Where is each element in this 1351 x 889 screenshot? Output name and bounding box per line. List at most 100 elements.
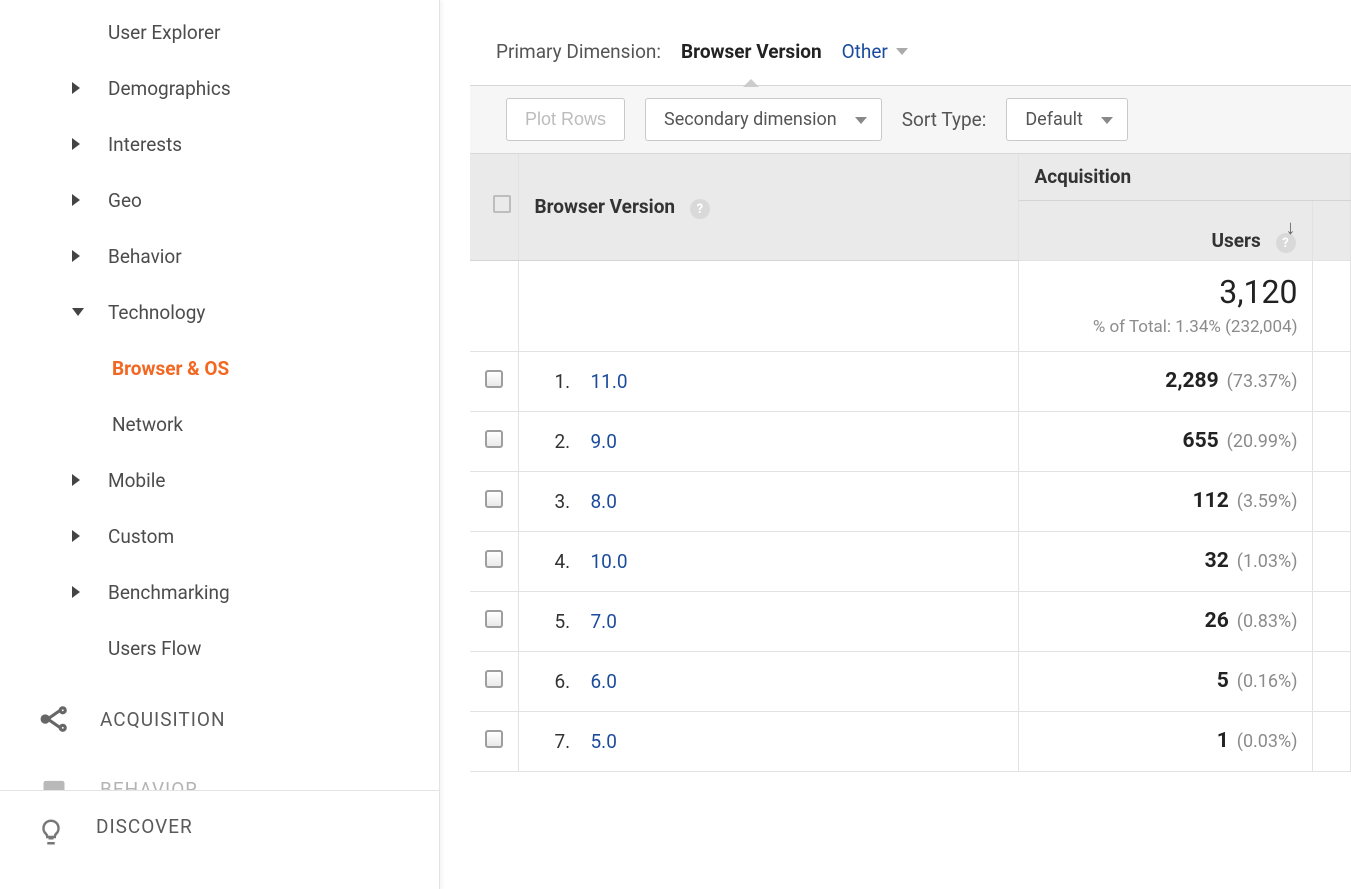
row-index: 2.: [555, 430, 591, 453]
row-users-value: 2,289: [1165, 369, 1218, 393]
caret-right-icon: [72, 530, 80, 542]
sidebar-item-custom[interactable]: Custom: [0, 508, 439, 564]
row-dimension-link[interactable]: 11.0: [591, 370, 628, 393]
row-users-pct: (0.83%): [1237, 611, 1298, 632]
sidebar-item-label: Users Flow: [108, 637, 201, 660]
sort-type-dropdown[interactable]: Default: [1006, 98, 1128, 141]
row-dimension-link[interactable]: 5.0: [591, 730, 617, 753]
row-dimension-link[interactable]: 6.0: [591, 670, 617, 693]
row-users-pct: (20.99%): [1227, 431, 1298, 452]
sidebar-item-label: Interests: [108, 133, 182, 156]
chevron-down-icon: [855, 117, 867, 124]
table-row: 4.10.0 32 (1.03%): [470, 531, 1351, 591]
summary-users-total: 3,120: [1033, 273, 1298, 311]
row-index: 7.: [555, 730, 591, 753]
column-header-dimension[interactable]: Browser Version: [535, 195, 676, 218]
sidebar-section-acquisition[interactable]: ACQUISITION: [0, 684, 439, 754]
row-checkbox[interactable]: [485, 430, 503, 448]
caret-down-icon: [72, 308, 84, 316]
summary-row: 3,120% of Total: 1.34% (232,004): [470, 260, 1351, 351]
secondary-dimension-dropdown[interactable]: Secondary dimension: [645, 98, 882, 141]
row-dimension-link[interactable]: 10.0: [591, 550, 628, 573]
column-header-users[interactable]: Users: [1212, 229, 1261, 252]
row-dimension-link[interactable]: 8.0: [591, 490, 617, 513]
data-table: Browser Version ? Acquisition ↓ Users ?: [470, 154, 1351, 772]
caret-right-icon: [72, 250, 80, 262]
chevron-down-icon: [1101, 117, 1113, 124]
sort-type-label: Sort Type:: [902, 108, 987, 131]
row-index: 5.: [555, 610, 591, 633]
row-dimension-link[interactable]: 9.0: [591, 430, 617, 453]
sidebar-item-behavior[interactable]: Behavior: [0, 228, 439, 284]
table-row: 2.9.0655(20.99%): [470, 411, 1351, 471]
table-toolbar: Plot Rows Secondary dimension Sort Type:…: [470, 85, 1351, 154]
sort-desc-icon[interactable]: ↓: [1286, 215, 1296, 240]
main-report: Primary Dimension: Browser Version Other…: [440, 0, 1351, 889]
primary-dimension-other[interactable]: Other: [842, 40, 908, 63]
row-checkbox[interactable]: [485, 610, 503, 628]
row-users-pct: (1.03%): [1237, 551, 1298, 572]
sidebar-item-technology[interactable]: Technology: [0, 284, 439, 340]
row-users-value: 32: [1205, 549, 1229, 573]
sidebar-item-label: User Explorer: [108, 21, 220, 44]
plot-rows-button[interactable]: Plot Rows: [506, 98, 625, 141]
help-icon[interactable]: ?: [690, 199, 710, 219]
caret-right-icon: [72, 586, 80, 598]
row-dimension-link[interactable]: 7.0: [591, 610, 617, 633]
caret-right-icon: [72, 194, 80, 206]
table-row: 7.5.01(0.03%): [470, 711, 1351, 771]
sidebar-section-behavior[interactable]: BEHAVIOR: [0, 754, 439, 790]
sidebar-item-label: Demographics: [108, 77, 231, 100]
sidebar-item-browser-os[interactable]: Browser & OS: [0, 340, 439, 396]
sidebar-item-label: Benchmarking: [108, 581, 230, 604]
sidebar: User Explorer Demographics Interests Geo…: [0, 0, 440, 889]
caret-right-icon: [72, 138, 80, 150]
row-users-pct: (0.16%): [1237, 671, 1298, 692]
sidebar-item-demographics[interactable]: Demographics: [0, 60, 439, 116]
row-checkbox[interactable]: [485, 670, 503, 688]
table-row: 1.11.0 2,289 (73.37%): [470, 351, 1351, 411]
sidebar-item-label: Geo: [108, 189, 142, 212]
row-index: 1.: [555, 370, 591, 393]
sidebar-item-benchmarking[interactable]: Benchmarking: [0, 564, 439, 620]
sidebar-item-users-flow[interactable]: Users Flow: [0, 620, 439, 676]
sidebar-item-label: Technology: [108, 301, 205, 324]
lightbulb-icon: [34, 815, 68, 849]
row-checkbox[interactable]: [485, 490, 503, 508]
row-users-pct: (73.37%): [1227, 371, 1298, 392]
sidebar-item-label: Behavior: [108, 245, 182, 268]
row-checkbox[interactable]: [485, 550, 503, 568]
row-users-value: 5: [1217, 669, 1229, 693]
row-users-pct: (3.59%): [1237, 491, 1298, 512]
sidebar-item-interests[interactable]: Interests: [0, 116, 439, 172]
sidebar-section-label: ACQUISITION: [100, 708, 226, 731]
acquisition-icon: [38, 703, 70, 735]
sidebar-item-label: Custom: [108, 525, 174, 548]
row-users-value: 26: [1205, 609, 1229, 633]
sidebar-section-discover[interactable]: DISCOVER: [0, 790, 439, 889]
primary-dimension-label: Primary Dimension:: [496, 40, 661, 63]
primary-dimension-active[interactable]: Browser Version: [681, 40, 822, 63]
behavior-icon: [38, 773, 70, 790]
row-users-pct: (0.03%): [1237, 731, 1298, 752]
sidebar-item-network[interactable]: Network: [0, 396, 439, 452]
sidebar-item-user-explorer[interactable]: User Explorer: [0, 4, 439, 60]
sidebar-section-label: BEHAVIOR: [100, 778, 198, 791]
row-checkbox[interactable]: [485, 730, 503, 748]
column-group-acquisition: Acquisition: [1018, 154, 1351, 200]
row-index: 4.: [555, 550, 591, 573]
sidebar-section-label: DISCOVER: [96, 815, 193, 838]
row-checkbox[interactable]: [485, 370, 503, 388]
row-index: 3.: [555, 490, 591, 513]
chevron-down-icon: [896, 48, 908, 55]
table-row: 3.8.0112(3.59%): [470, 471, 1351, 531]
primary-dimension-bar: Primary Dimension: Browser Version Other: [470, 40, 1351, 85]
sidebar-item-mobile[interactable]: Mobile: [0, 452, 439, 508]
select-all-checkbox[interactable]: [493, 195, 511, 213]
row-index: 6.: [555, 670, 591, 693]
table-row: 6.6.0 5 (0.16%): [470, 651, 1351, 711]
sidebar-item-label: Browser & OS: [112, 357, 229, 380]
dropdown-label: Default: [1025, 109, 1083, 130]
sidebar-item-geo[interactable]: Geo: [0, 172, 439, 228]
sidebar-item-label: Mobile: [108, 469, 165, 492]
